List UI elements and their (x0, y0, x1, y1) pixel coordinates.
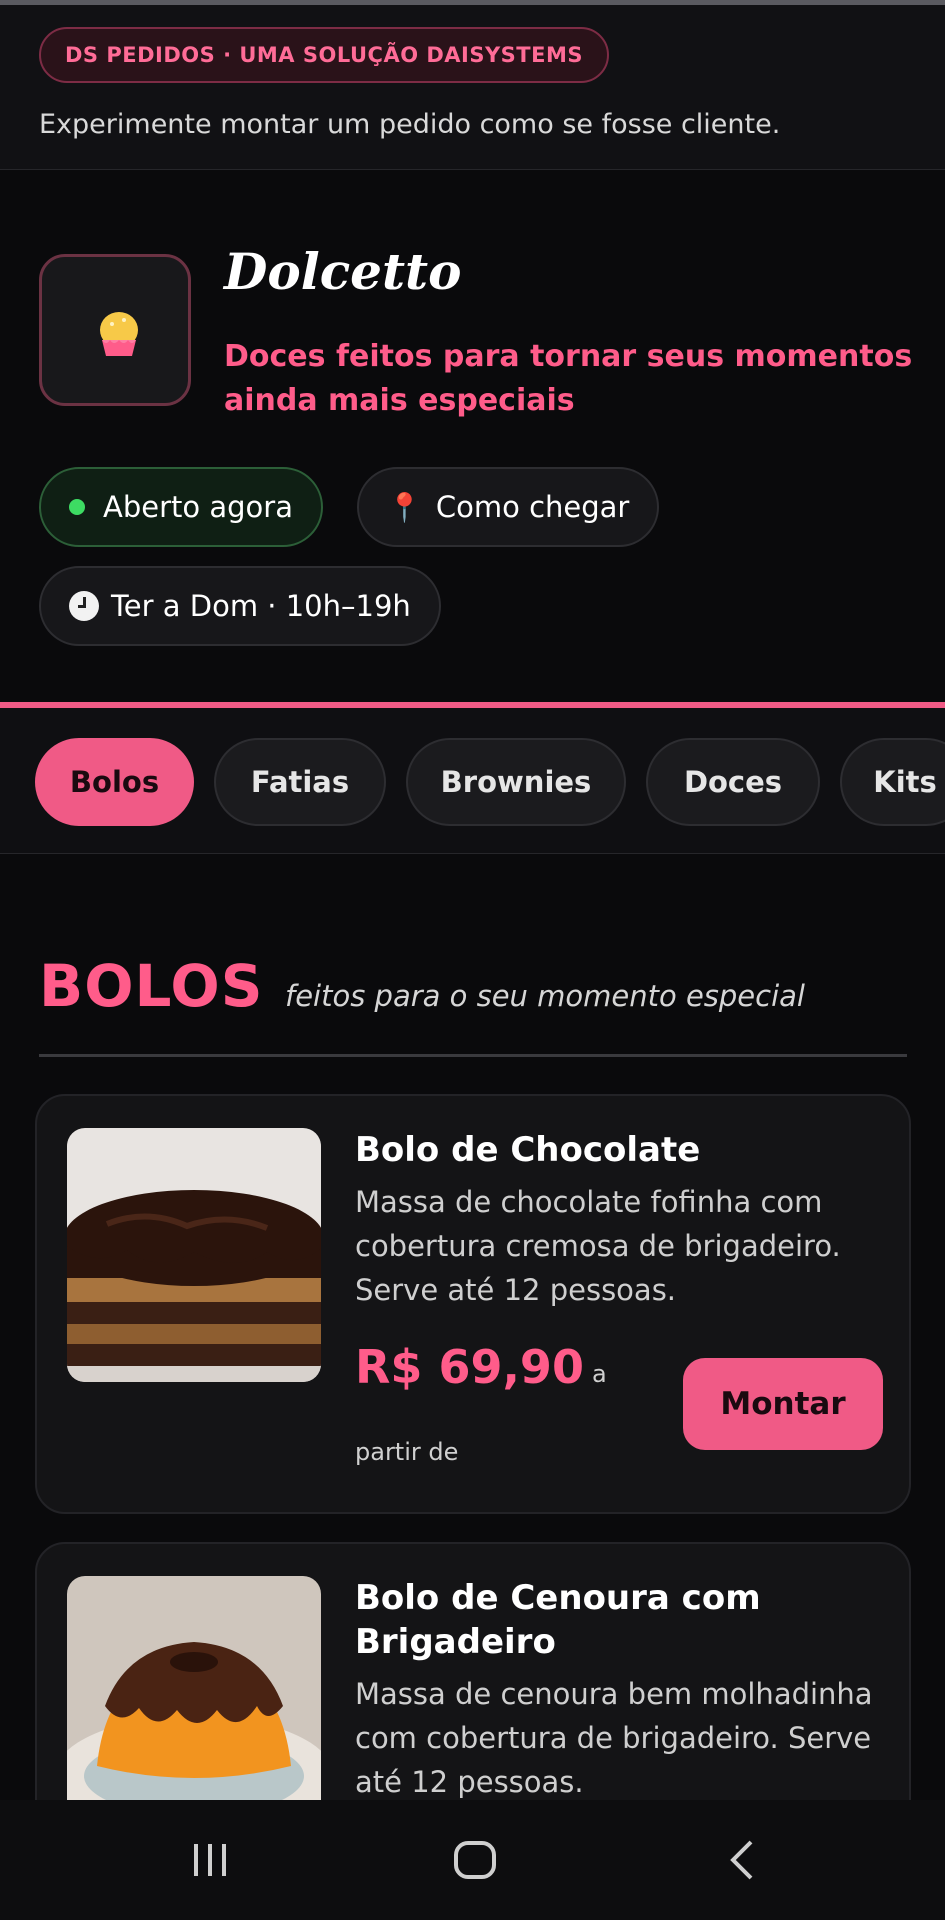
clock-icon (69, 591, 99, 621)
store-header: Dolcetto Doces feitos para tornar seus m… (0, 170, 945, 702)
tab-kits[interactable]: Kits (840, 738, 945, 826)
directions-button[interactable]: 📍 Como chegar (357, 467, 660, 547)
tab-doces[interactable]: Doces (646, 738, 820, 826)
back-button[interactable] (712, 1830, 772, 1890)
hours-chip: Ter a Dom · 10h–19h (39, 566, 441, 646)
recents-button[interactable] (180, 1830, 240, 1890)
product-card[interactable]: Bolo de Chocolate Massa de chocolate fof… (35, 1094, 911, 1514)
muffin-icon (100, 312, 138, 356)
directions-label: Como chegar (435, 490, 630, 524)
chocolate-cake-image (67, 1128, 321, 1382)
section-title: BOLOS (39, 952, 264, 1020)
tab-brownies[interactable]: Brownies (406, 738, 626, 826)
promo-banner: DS PEDIDOS · UMA SOLUÇÃO DAISYSTEMS Expe… (0, 5, 945, 170)
open-status-chip: Aberto agora (39, 467, 323, 547)
section-subtitle: feitos para o seu momento especial (285, 979, 805, 1013)
montar-button[interactable]: Montar (683, 1358, 883, 1450)
product-card[interactable]: Bolo de Cenoura com Brigadeiro Massa de … (35, 1542, 911, 1800)
tab-bolos[interactable]: Bolos (35, 738, 194, 826)
promo-badge: DS PEDIDOS · UMA SOLUÇÃO DAISYSTEMS (39, 27, 610, 83)
open-status-label: Aberto agora (103, 490, 293, 524)
product-title: Bolo de Chocolate (355, 1130, 701, 1170)
price-suffix-a: a (592, 1360, 607, 1388)
product-price: R$ 69,90 (355, 1340, 584, 1394)
promo-badge-label: DS PEDIDOS · UMA SOLUÇÃO DAISYSTEMS (65, 43, 584, 67)
promo-text: Experimente montar um pedido como se fos… (39, 109, 781, 140)
product-description: Massa de chocolate fofinha com cobertura… (355, 1185, 841, 1307)
store-tagline: Doces feitos para tornar seus momentos a… (224, 339, 913, 418)
recents-icon (194, 1844, 226, 1876)
store-name: Dolcetto (224, 242, 462, 301)
product-description: Massa de cenoura bem molhadinha com cobe… (355, 1677, 873, 1799)
status-dot-icon (69, 499, 85, 515)
map-pin-icon: 📍 (387, 490, 422, 524)
home-button[interactable] (445, 1830, 505, 1890)
carrot-cake-image (67, 1576, 321, 1800)
price-suffix-b: partir de (355, 1438, 459, 1466)
system-nav-bar (0, 1800, 945, 1920)
home-icon (454, 1841, 496, 1879)
tab-fatias[interactable]: Fatias (214, 738, 386, 826)
store-logo (39, 254, 191, 406)
section-divider (39, 1054, 907, 1057)
product-title: Bolo de Cenoura com Brigadeiro (355, 1578, 761, 1662)
back-icon (730, 1840, 753, 1880)
product-list: BOLOS feitos para o seu momento especial… (0, 854, 945, 1800)
category-tabs: Bolos Fatias Brownies Doces Kits (0, 708, 945, 854)
hours-label: Ter a Dom · 10h–19h (111, 589, 411, 623)
